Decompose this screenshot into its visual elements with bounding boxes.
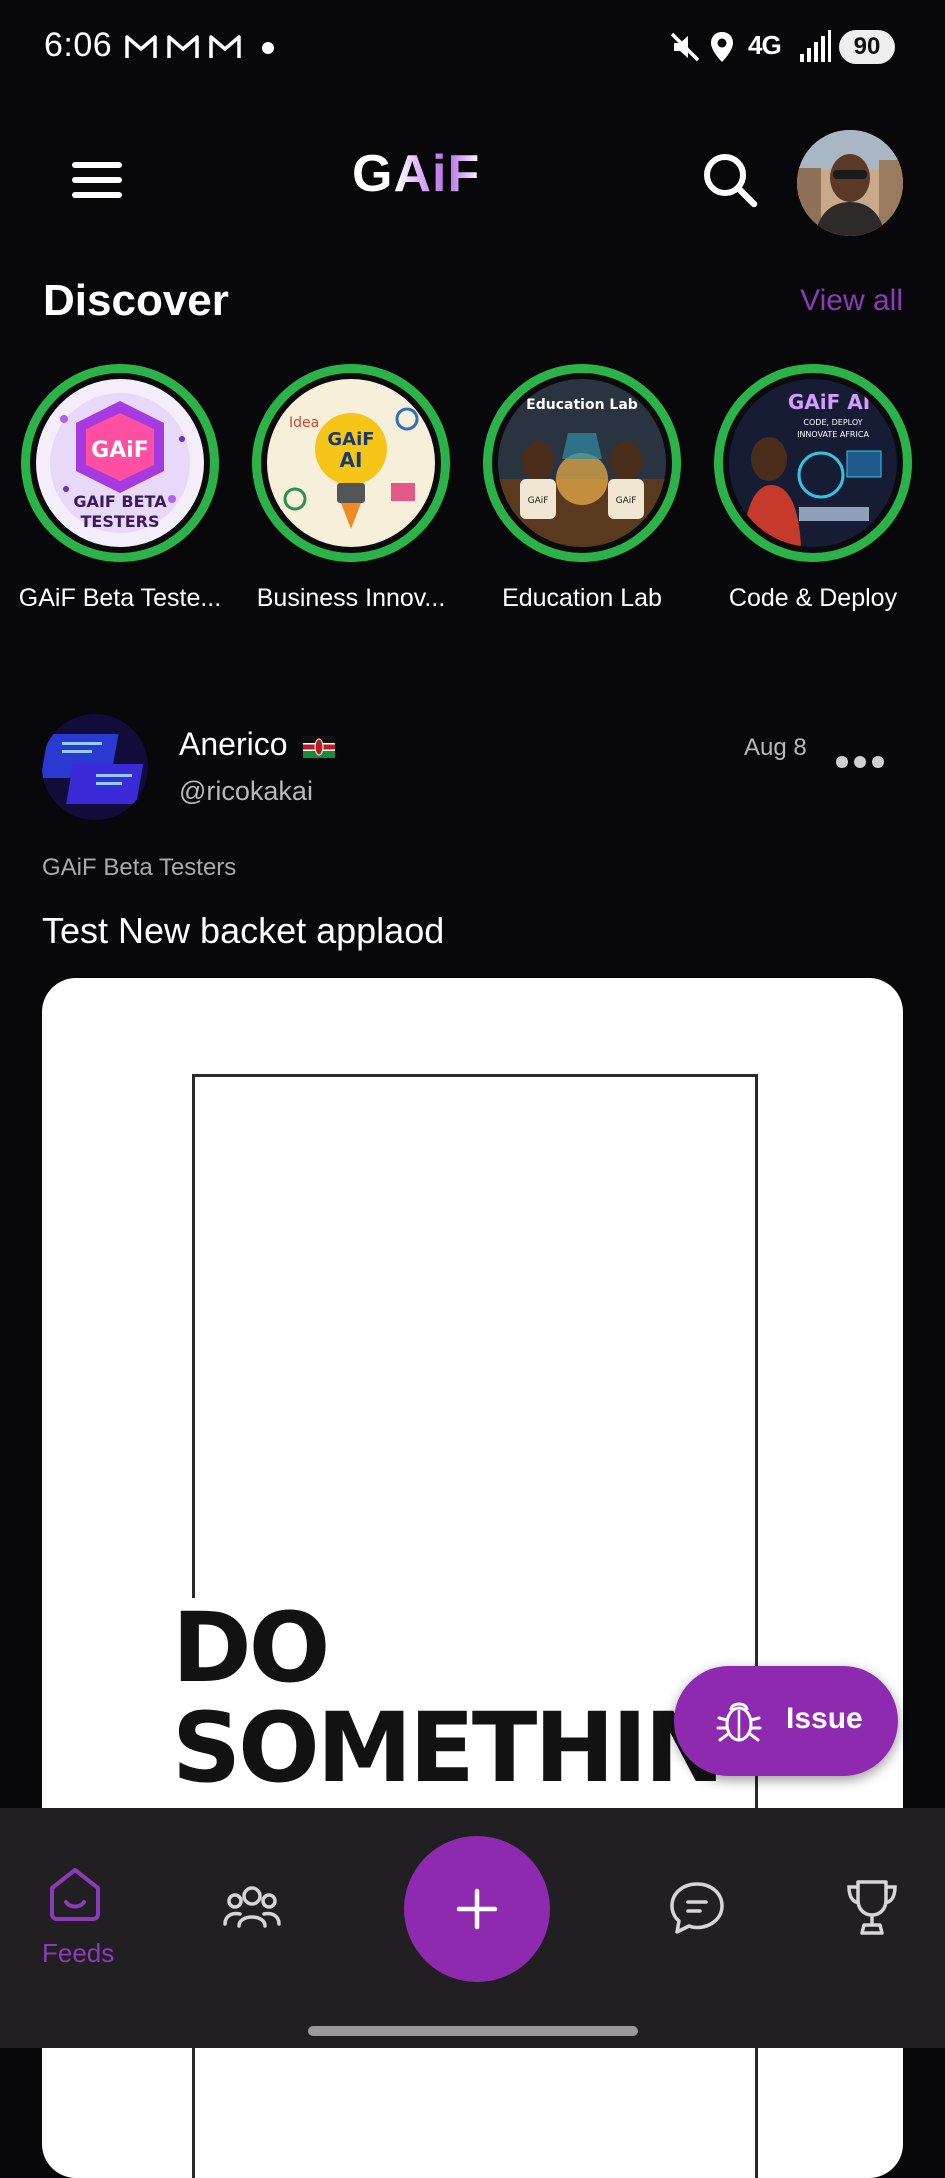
- menu-button[interactable]: [68, 156, 130, 204]
- post-author-avatar[interactable]: [42, 714, 148, 820]
- story-ring: Education Lab GAiF GAiF: [483, 364, 681, 562]
- status-time: 6:06: [44, 26, 113, 64]
- profile-avatar[interactable]: [797, 130, 903, 236]
- plus-icon: [456, 1888, 498, 1930]
- svg-text:GAiF: GAiF: [91, 438, 149, 463]
- avatar-image: [797, 130, 903, 236]
- kenya-flag-icon: [303, 736, 335, 758]
- svg-text:GAiF: GAiF: [528, 496, 549, 506]
- more-notifications-dot: [262, 42, 274, 54]
- mute-icon: [670, 32, 700, 62]
- bottom-navigation: Feeds: [0, 1808, 945, 2048]
- community-image: GAiF GAIF BETA TESTERS: [36, 379, 204, 547]
- post-author-handle[interactable]: @ricokakai: [179, 776, 313, 807]
- location-icon: [711, 32, 733, 62]
- view-all-link[interactable]: View all: [800, 284, 903, 318]
- home-indicator[interactable]: [308, 2026, 638, 2036]
- gmail-notification-icon: [167, 35, 199, 58]
- svg-text:Idea: Idea: [289, 415, 319, 431]
- discover-title: Discover: [43, 276, 229, 325]
- chat-icon: [670, 1882, 724, 1934]
- network-type: 4G: [748, 30, 782, 60]
- nav-leaderboard[interactable]: [844, 1878, 904, 1942]
- svg-text:GAIF BETA: GAIF BETA: [73, 492, 167, 511]
- gmail-notification-icon: [209, 35, 241, 58]
- discover-item-gaif-beta-testers[interactable]: GAiF GAIF BETA TESTERS GAiF Beta Teste..…: [10, 364, 230, 613]
- community-image: Education Lab GAiF GAiF: [498, 379, 666, 547]
- battery-indicator: 90: [839, 30, 895, 64]
- issue-label: Issue: [786, 1702, 863, 1735]
- svg-text:AI: AI: [340, 448, 363, 472]
- community-image: GAiF AI Idea: [267, 379, 435, 547]
- author-avatar-image: [42, 714, 148, 820]
- post-date: Aug 8: [744, 734, 807, 761]
- story-ring: GAiF AI Idea: [252, 364, 450, 562]
- discover-item-business-innovation[interactable]: GAiF AI Idea Business Innov...: [241, 364, 461, 613]
- bug-icon: [716, 1702, 762, 1742]
- post-group-name[interactable]: GAiF Beta Testers: [42, 854, 236, 882]
- post-title: Test New backet applaod: [42, 910, 445, 951]
- community-image: GAiF AI CODE, DEPLOY INNOVATE AFRICA: [729, 379, 897, 547]
- post-author-name[interactable]: Anerico: [179, 726, 288, 763]
- menu-icon: [72, 162, 122, 168]
- discover-item-label: GAiF Beta Teste...: [18, 584, 222, 612]
- more-icon: [836, 756, 848, 768]
- nav-feeds-label: Feeds: [42, 1938, 115, 1968]
- nav-messages[interactable]: [668, 1880, 728, 1940]
- svg-text:CODE, DEPLOY: CODE, DEPLOY: [803, 418, 862, 427]
- home-icon: [50, 1868, 100, 1921]
- create-post-button[interactable]: [404, 1836, 550, 1982]
- status-bar: 6:06 4G 90: [0, 0, 945, 96]
- search-icon[interactable]: [700, 150, 760, 210]
- discover-item-label: Code & Deploy: [728, 584, 898, 612]
- svg-text:TESTERS: TESTERS: [80, 512, 159, 531]
- people-icon: [223, 1886, 281, 1928]
- nav-communities[interactable]: [222, 1882, 292, 1942]
- svg-text:GAiF: GAiF: [327, 429, 374, 450]
- signal-icon: [800, 30, 831, 62]
- discover-item-education-lab[interactable]: Education Lab GAiF GAiF Education Lab: [472, 364, 692, 613]
- discover-item-label: Education Lab: [502, 584, 662, 612]
- app-header: GAiF: [0, 96, 945, 266]
- story-ring: GAiF AI CODE, DEPLOY INNOVATE AFRICA: [714, 364, 912, 562]
- gmail-notification-icon: [125, 35, 157, 58]
- svg-text:Education Lab: Education Lab: [526, 397, 638, 413]
- svg-text:INNOVATE AFRICA: INNOVATE AFRICA: [797, 430, 869, 439]
- post-more-options-button[interactable]: [836, 752, 886, 772]
- discover-item-label: Business Innov...: [256, 584, 446, 612]
- app-logo: GAiF: [352, 145, 481, 203]
- story-ring: GAiF GAIF BETA TESTERS: [21, 364, 219, 562]
- report-issue-button[interactable]: Issue: [674, 1666, 898, 1776]
- svg-text:GAiF AI: GAiF AI: [788, 390, 870, 414]
- discover-item-code-and-deploy[interactable]: GAiF AI CODE, DEPLOY INNOVATE AFRICA Cod…: [703, 364, 923, 613]
- trophy-icon: [847, 1880, 897, 1935]
- svg-text:GAiF: GAiF: [616, 496, 637, 506]
